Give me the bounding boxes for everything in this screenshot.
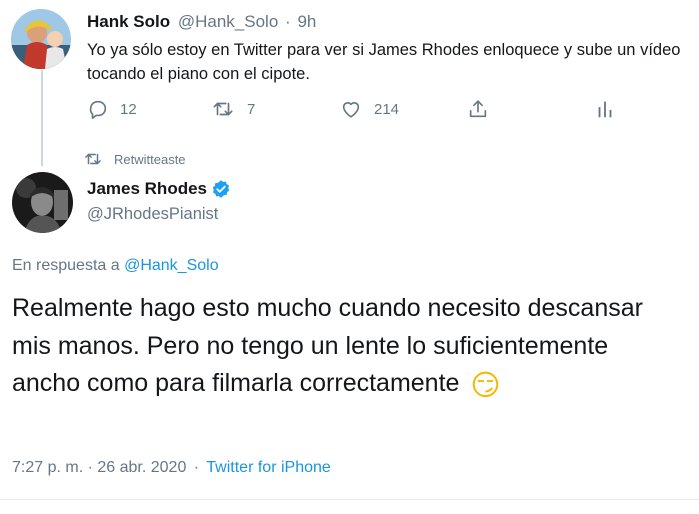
author-display-name[interactable]: James Rhodes	[87, 179, 207, 199]
reply-count: 12	[120, 100, 137, 118]
thread-connector-line	[41, 70, 43, 166]
like-count: 214	[374, 100, 400, 118]
reply-context-prefix: En respuesta a	[12, 257, 120, 274]
tweet-timestamp[interactable]: 7:27 p. m. · 26 abr. 2020	[12, 459, 186, 476]
reply-tweet-text: Yo ya sólo estoy en Twitter para ver si …	[87, 41, 681, 83]
avatar-james-rhodes-image	[12, 172, 73, 233]
tweet-meta: 7:27 p. m. · 26 abr. 2020 · Twitter for …	[12, 459, 331, 477]
retweet-indicator-label: Retwitteaste	[114, 151, 186, 167]
avatar-hank-solo[interactable]	[11, 9, 71, 69]
like-icon[interactable]	[340, 98, 362, 120]
reply-icon[interactable]	[87, 98, 109, 120]
smirk-emoji-icon: 😏	[470, 368, 501, 402]
handle[interactable]: @Hank_Solo	[178, 12, 278, 31]
retweet-action[interactable]: 7	[212, 98, 255, 120]
share-icon[interactable]	[467, 98, 489, 120]
retweet-indicator-icon	[84, 150, 102, 168]
avatar-hank-solo-image	[11, 9, 71, 69]
share-action[interactable]	[467, 98, 489, 120]
reply-to-link[interactable]: @Hank_Solo	[124, 257, 219, 274]
like-action[interactable]: 214	[340, 98, 399, 120]
retweet-count: 7	[247, 100, 256, 118]
separator: ·	[285, 12, 291, 31]
meta-separator: ·	[193, 459, 200, 476]
reply-action[interactable]: 12	[87, 98, 137, 120]
tweet-time[interactable]: 9h	[297, 12, 316, 31]
tweet-source-link[interactable]: Twitter for iPhone	[206, 459, 331, 476]
analytics-icon[interactable]	[594, 98, 616, 120]
retweet-icon[interactable]	[212, 98, 234, 120]
retweet-indicator: Retwitteaste	[84, 150, 186, 168]
reply-context: En respuesta a @Hank_Solo	[12, 257, 219, 275]
analytics-action[interactable]	[594, 98, 616, 120]
reply-tweet-header: Hank Solo @Hank_Solo · 9h	[87, 12, 316, 32]
display-name[interactable]: Hank Solo	[87, 12, 170, 31]
author-name-row: James Rhodes	[87, 179, 231, 199]
main-tweet-text: Realmente hago esto mucho cuando necesit…	[12, 294, 643, 397]
avatar-james-rhodes[interactable]	[12, 172, 73, 233]
bottom-divider	[0, 499, 699, 500]
author-handle[interactable]: @JRhodesPianist	[87, 205, 218, 224]
main-tweet-body: Realmente hago esto mucho cuando necesit…	[12, 290, 652, 405]
verified-badge-icon	[211, 179, 231, 199]
